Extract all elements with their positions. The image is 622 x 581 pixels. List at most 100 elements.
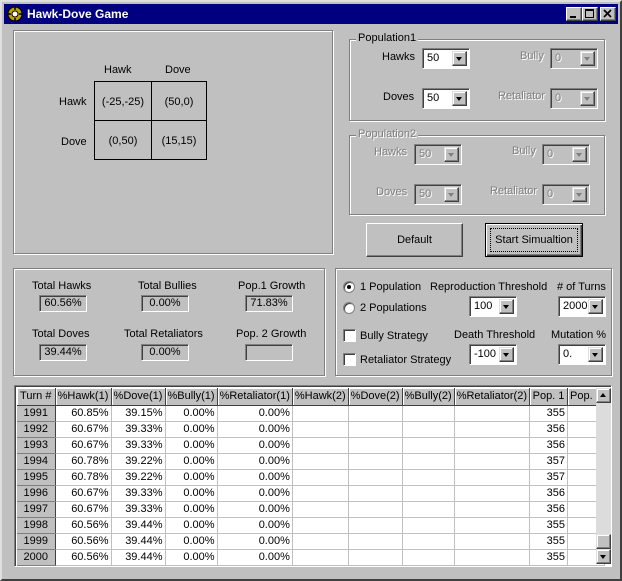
table-cell[interactable]	[402, 405, 455, 422]
table-cell[interactable]: 0.00%	[165, 517, 218, 534]
pop2-bully-dropdown-button[interactable]	[572, 147, 587, 162]
pop2-doves-dropdown-button[interactable]	[444, 187, 459, 202]
column-header[interactable]: %Hawk(1)	[55, 388, 112, 406]
default-button[interactable]: Default	[366, 223, 463, 257]
table-cell[interactable]: 60.78%	[55, 469, 112, 486]
table-cell[interactable]: 0.00%	[217, 501, 293, 518]
table-cell[interactable]	[454, 533, 531, 550]
column-header[interactable]: Pop. 1	[529, 388, 569, 406]
row-header-cell[interactable]: 1991	[17, 405, 56, 422]
table-cell[interactable]: 356	[529, 437, 569, 454]
table-cell[interactable]: 39.22%	[111, 469, 166, 486]
table-cell[interactable]: 39.33%	[111, 485, 166, 502]
table-cell[interactable]	[292, 453, 349, 470]
table-cell[interactable]: 60.56%	[55, 549, 112, 566]
table-cell[interactable]	[402, 533, 455, 550]
table-cell[interactable]	[454, 437, 531, 454]
pop1-doves-dropdown-button[interactable]	[452, 91, 467, 106]
table-cell[interactable]: 39.44%	[111, 533, 166, 550]
close-button[interactable]	[600, 7, 616, 21]
two-populations-radio[interactable]	[343, 302, 355, 314]
scroll-down-button[interactable]	[596, 549, 611, 564]
table-row[interactable]: 1997 60.67% 39.33% 0.00% 0.00% 356	[17, 501, 605, 518]
table-cell[interactable]	[292, 469, 349, 486]
table-cell[interactable]: 357	[529, 453, 569, 470]
table-cell[interactable]: 60.56%	[55, 517, 112, 534]
table-cell[interactable]	[402, 517, 455, 534]
table-cell[interactable]: 60.78%	[55, 453, 112, 470]
scroll-thumb[interactable]	[596, 534, 611, 549]
table-cell[interactable]	[292, 437, 349, 454]
row-header-cell[interactable]: 1992	[17, 421, 56, 438]
pop1-bully-dropdown-button[interactable]	[580, 51, 595, 66]
table-cell[interactable]	[454, 485, 531, 502]
table-cell[interactable]	[348, 533, 403, 550]
row-header-cell[interactable]: 2000	[17, 549, 56, 566]
bully-strategy-checkbox[interactable]	[343, 329, 356, 342]
table-cell[interactable]: 60.56%	[55, 533, 112, 550]
table-cell[interactable]	[454, 501, 531, 518]
pop2-retaliator-dropdown-button[interactable]	[572, 187, 587, 202]
table-cell[interactable]: 0.00%	[217, 517, 293, 534]
table-cell[interactable]	[348, 421, 403, 438]
table-cell[interactable]: 39.33%	[111, 501, 166, 518]
start-simulation-button[interactable]: Start Simualtion	[485, 223, 583, 257]
table-cell[interactable]: 39.15%	[111, 405, 166, 422]
table-cell[interactable]: 355	[529, 517, 569, 534]
table-cell[interactable]: 0.00%	[217, 485, 293, 502]
table-cell[interactable]	[454, 517, 531, 534]
table-cell[interactable]: 0.00%	[217, 405, 293, 422]
table-cell[interactable]: 0.00%	[217, 421, 293, 438]
row-header-cell[interactable]: 1997	[17, 501, 56, 518]
pop1-hawks-select[interactable]: 50	[422, 48, 470, 69]
table-row[interactable]: 1993 60.67% 39.33% 0.00% 0.00% 356	[17, 437, 605, 454]
bully-strategy-label[interactable]: Bully Strategy	[360, 330, 428, 342]
one-population-label[interactable]: 1 Population	[360, 281, 421, 293]
death-threshold-dropdown-button[interactable]	[499, 347, 514, 362]
column-header[interactable]: Turn #	[17, 388, 56, 406]
table-cell[interactable]: 0.00%	[165, 421, 218, 438]
column-header[interactable]: %Dove(1)	[111, 388, 166, 406]
table-cell[interactable]: 0.00%	[165, 453, 218, 470]
table-cell[interactable]: 0.00%	[217, 453, 293, 470]
pop2-bully-select[interactable]: 0	[542, 144, 590, 165]
column-header[interactable]: %Bully(1)	[165, 388, 218, 406]
table-row[interactable]: 1992 60.67% 39.33% 0.00% 0.00% 356	[17, 421, 605, 438]
row-header-cell[interactable]: 1994	[17, 453, 56, 470]
table-cell[interactable]: 39.33%	[111, 437, 166, 454]
table-cell[interactable]: 60.67%	[55, 501, 112, 518]
pop1-doves-select[interactable]: 50	[422, 88, 470, 109]
table-cell[interactable]	[402, 485, 455, 502]
table-cell[interactable]: 39.44%	[111, 517, 166, 534]
table-cell[interactable]	[348, 405, 403, 422]
row-header-cell[interactable]: 1996	[17, 485, 56, 502]
results-grid[interactable]: Turn # %Hawk(1) %Dove(1) %Bully(1) %Retaliat…	[14, 385, 612, 567]
pop1-retaliator-select[interactable]: 0	[550, 88, 598, 109]
table-cell[interactable]: 0.00%	[165, 549, 218, 566]
row-header-cell[interactable]: 1999	[17, 533, 56, 550]
turns-dropdown-button[interactable]	[588, 299, 603, 314]
table-cell[interactable]: 0.00%	[165, 437, 218, 454]
two-populations-label[interactable]: 2 Populations	[360, 302, 427, 314]
table-row[interactable]: 1998 60.56% 39.44% 0.00% 0.00% 355	[17, 517, 605, 534]
table-cell[interactable]	[454, 405, 531, 422]
one-population-radio[interactable]	[343, 281, 355, 293]
column-header[interactable]: %Retaliator(1)	[217, 388, 293, 406]
table-cell[interactable]	[348, 485, 403, 502]
table-cell[interactable]	[348, 501, 403, 518]
pop1-hawks-dropdown-button[interactable]	[452, 51, 467, 66]
table-cell[interactable]: 0.00%	[165, 533, 218, 550]
table-cell[interactable]	[348, 469, 403, 486]
table-cell[interactable]: 355	[529, 533, 569, 550]
vertical-scrollbar[interactable]	[596, 388, 611, 564]
scroll-up-button[interactable]	[596, 388, 611, 403]
table-cell[interactable]	[292, 549, 349, 566]
table-cell[interactable]: 60.85%	[55, 405, 112, 422]
table-cell[interactable]: 0.00%	[165, 469, 218, 486]
table-cell[interactable]	[454, 453, 531, 470]
table-cell[interactable]: 0.00%	[165, 501, 218, 518]
death-threshold-select[interactable]: -100	[469, 344, 517, 365]
table-row[interactable]: 2000 60.56% 39.44% 0.00% 0.00% 355	[17, 549, 605, 566]
table-row[interactable]: 1996 60.67% 39.33% 0.00% 0.00% 356	[17, 485, 605, 502]
retaliator-strategy-checkbox[interactable]	[343, 353, 356, 366]
